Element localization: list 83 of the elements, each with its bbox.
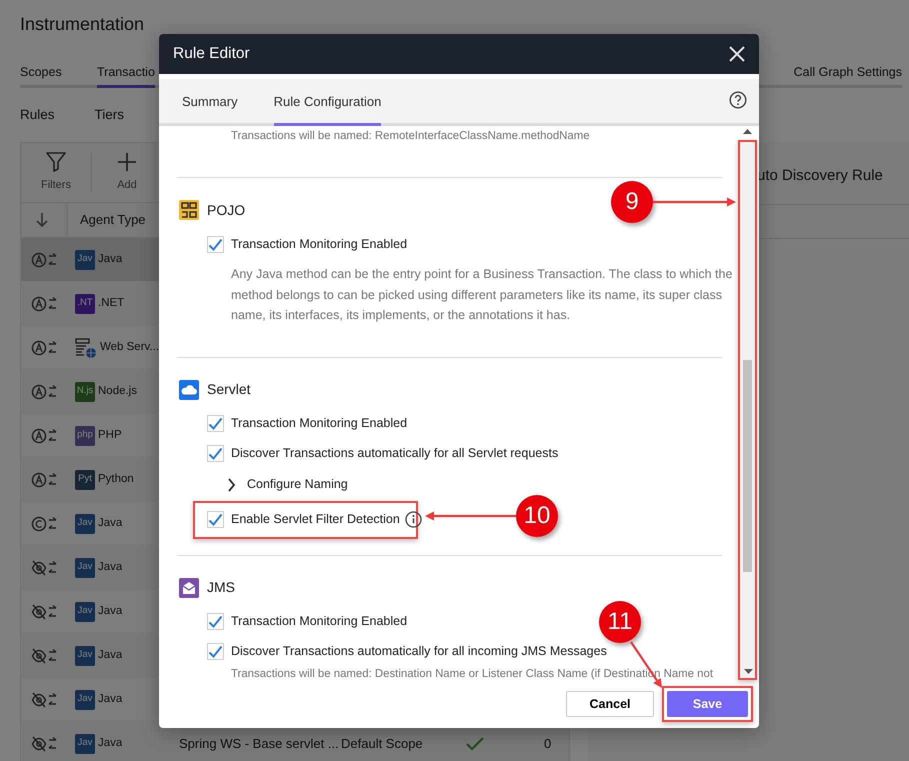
- plus-icon: [116, 151, 138, 174]
- agent-badge: Jav: [75, 558, 95, 578]
- circle-arrows-icon: [31, 338, 57, 356]
- description-text: Any Java method can be the entry point for a Business Transaction. The class to which the method belongs to can be picked using different parameters like its name, its super class name, its interfaces, its implements, or the annotations it has.: [230, 266, 734, 324]
- filter-icon: [45, 151, 67, 174]
- dialog-tab[interactable]: Rule Configuration: [274, 92, 382, 126]
- info-icon[interactable]: [404, 511, 422, 528]
- dialog-title: Rule Editor: [173, 44, 250, 64]
- agent-type: Web Serv...: [100, 340, 160, 355]
- rule-name: Spring WS - Base servlet ...: [179, 734, 340, 753]
- checkbox[interactable]: [207, 236, 224, 252]
- agent-badge: Jav: [75, 602, 95, 622]
- agent-badge: Jav: [75, 734, 95, 754]
- checkbox-label[interactable]: Transaction Monitoring Enabled: [231, 612, 408, 631]
- agent-badge: Jav: [75, 250, 95, 270]
- dialog-tab[interactable]: Summary: [182, 92, 238, 126]
- scroll-up-icon[interactable]: [743, 128, 752, 134]
- crossed-eye-arrows-icon: [31, 558, 57, 576]
- scope-name: Default Scope: [341, 734, 424, 753]
- crossed-eye-arrows-icon: [31, 602, 57, 620]
- circle-arrows-icon: [31, 294, 57, 312]
- agent-badge: Jav: [75, 690, 95, 710]
- page-tab[interactable]: Transactio: [97, 58, 155, 88]
- scrollbar[interactable]: [738, 140, 757, 680]
- checkbox-label[interactable]: Enable Servlet Filter Detection: [231, 510, 400, 529]
- agent-badge: Jav: [75, 514, 95, 534]
- cancel-button[interactable]: Cancel: [566, 691, 654, 717]
- circle-arrows-icon: [31, 250, 57, 268]
- section-title: JMS: [207, 578, 235, 597]
- circle-arrows-icon: [31, 514, 57, 532]
- checkbox-label[interactable]: Transaction Monitoring Enabled: [231, 414, 408, 433]
- naming-note: Transactions will be named: RemoteInterfaceClassName.methodName: [230, 129, 591, 144]
- cloud-icon: [179, 380, 199, 400]
- circle-arrows-icon: [31, 382, 57, 400]
- agent-type: Node.js: [98, 384, 138, 399]
- envelope-icon: [179, 578, 199, 598]
- expander-label[interactable]: Configure Naming: [247, 475, 348, 494]
- agent-type: Java: [98, 692, 124, 707]
- agent-type: Python: [98, 472, 135, 487]
- checkbox[interactable]: [207, 415, 224, 432]
- agent-type: Java: [98, 736, 124, 751]
- agent-type: Java: [98, 648, 124, 663]
- checkbox[interactable]: [207, 445, 224, 462]
- agent-badge: Pyt: [75, 470, 95, 490]
- count-cell-text: 0: [544, 734, 552, 753]
- crossed-eye-arrows-icon: [31, 690, 57, 708]
- grid-icon: [179, 200, 199, 220]
- agent-type: Java: [98, 604, 124, 619]
- checkbox-label[interactable]: Discover Transactions automatically for all incoming JMS Messages: [231, 642, 607, 661]
- crossed-eye-arrows-icon: [31, 734, 57, 752]
- agent-type: .NET: [98, 296, 126, 311]
- page-tab[interactable]: Call Graph Settings: [794, 58, 902, 88]
- agent-badge: N.js: [75, 382, 95, 402]
- agent-badge: php: [75, 426, 95, 446]
- checkbox-label[interactable]: Discover Transactions automatically for all Servlet requests: [231, 444, 558, 463]
- agent-badge: Jav: [75, 646, 95, 666]
- sub-tab[interactable]: Rules: [20, 104, 55, 126]
- chevron-icon[interactable]: [227, 478, 237, 492]
- checkbox[interactable]: [207, 613, 224, 630]
- column-header[interactable]: Agent Type: [80, 210, 146, 230]
- scroll-thumb[interactable]: [743, 360, 752, 572]
- agent-type: PHP: [98, 428, 123, 443]
- close-icon[interactable]: [729, 46, 745, 62]
- agent-type: Java: [98, 252, 124, 267]
- sub-tab[interactable]: Tiers: [94, 104, 124, 126]
- checkbox-label[interactable]: Transaction Monitoring Enabled: [231, 234, 408, 254]
- circle-arrows-icon: [31, 470, 57, 488]
- save-button[interactable]: Save: [667, 691, 748, 717]
- arrow-down-icon: [35, 212, 49, 228]
- scroll-down-icon[interactable]: [744, 669, 753, 675]
- help-icon[interactable]: [729, 91, 747, 109]
- section-title: Servlet: [207, 380, 251, 399]
- section-title: POJO: [207, 200, 246, 220]
- crossed-eye-arrows-icon: [31, 646, 57, 664]
- checkbox[interactable]: [207, 511, 224, 528]
- checkbox[interactable]: [207, 643, 224, 660]
- agent-type: Java: [98, 560, 124, 575]
- server-globe-icon: [75, 336, 97, 358]
- circle-arrows-icon: [31, 426, 57, 444]
- page-title: Instrumentation: [20, 13, 146, 36]
- page-tab[interactable]: Scopes: [20, 58, 97, 88]
- agent-badge: .NT: [75, 294, 95, 314]
- agent-type: Java: [98, 516, 124, 531]
